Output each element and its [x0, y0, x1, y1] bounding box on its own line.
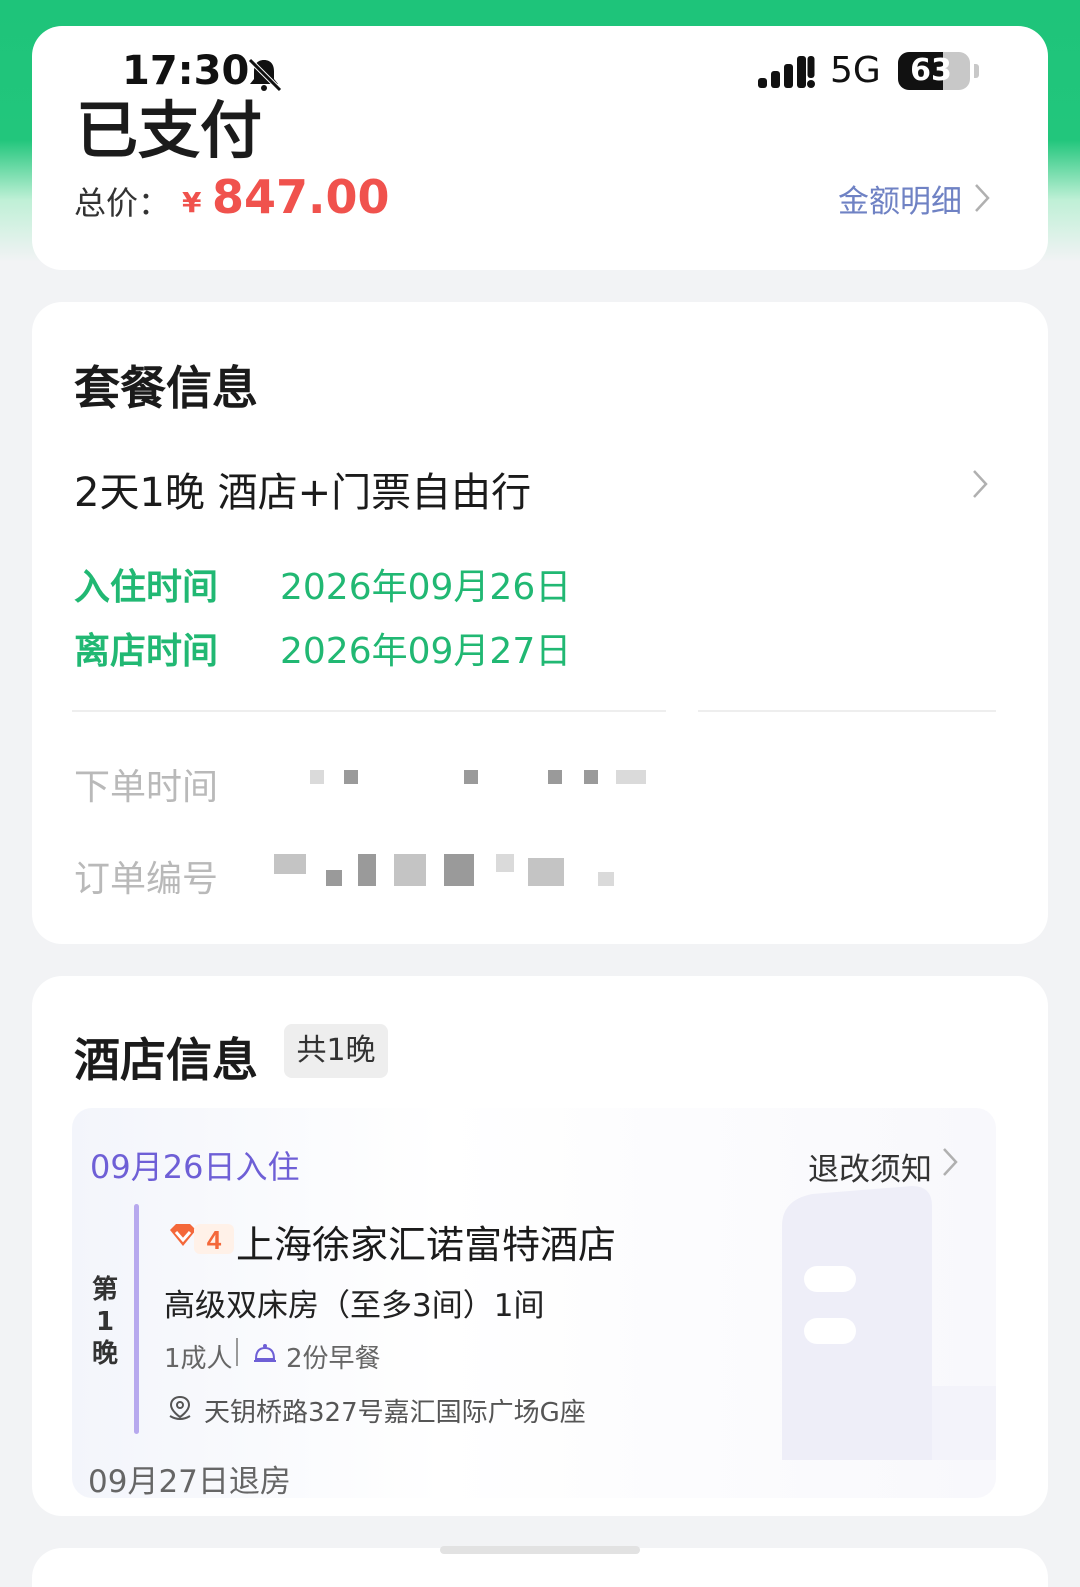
order-time-label: 下单时间 — [74, 767, 219, 808]
package-section-title: 套餐信息 — [74, 361, 258, 415]
breakfast-info: 2份早餐 — [286, 1344, 381, 1374]
divider — [72, 710, 666, 712]
hotel-section-title: 酒店信息 — [74, 1033, 258, 1087]
network-type: 5G — [830, 50, 881, 91]
checkout-date-text: 09月27日退房 — [88, 1464, 291, 1500]
currency-symbol: ¥ — [182, 186, 202, 219]
amount-detail-link[interactable]: 金额明细 — [838, 176, 962, 221]
checkin-label: 入住时间 — [74, 567, 219, 608]
room-type: 高级双床房（至多3间）1间 — [164, 1288, 545, 1324]
hotel-name[interactable]: 上海徐家汇诺富特酒店 — [236, 1214, 616, 1269]
night-timeline-bar — [134, 1204, 139, 1434]
guest-count: 1成人 — [164, 1344, 233, 1374]
location-pin-icon — [169, 1395, 191, 1420]
battery-level-text: 63 — [910, 53, 952, 88]
refund-notice-link[interactable]: 退改须知 — [808, 1144, 932, 1189]
chevron-right-icon[interactable] — [940, 1146, 960, 1178]
order-number-label: 订单编号 — [74, 859, 219, 900]
separator — [236, 1338, 238, 1366]
divider — [698, 710, 996, 712]
hotel-info-card: 酒店信息 共1晚 09月26日入住 退改须知 第1晚 4 上海徐家汇诺富特酒店 … — [32, 976, 1048, 1516]
total-price-label: 总价： — [74, 184, 171, 222]
hotel-stay-panel[interactable]: 09月26日入住 退改须知 第1晚 4 上海徐家汇诺富特酒店 高级双床房（至多3… — [72, 1108, 996, 1500]
hotel-address[interactable]: 天钥桥路327号嘉汇国际广场G座 — [204, 1392, 586, 1429]
checkin-date-title: 09月26日入住 — [90, 1148, 300, 1186]
signal-icon — [758, 56, 815, 88]
order-status-title: 已支付 — [76, 94, 263, 167]
checkout-label: 离店时间 — [74, 631, 219, 672]
checkin-date: 2026年09月26日 — [280, 567, 572, 608]
night-number-label: 第1晚 — [91, 1275, 118, 1369]
order-status-card: 17:30 5G 63 已支付 总价： ¥ 847.00 金额明细 — [32, 26, 1048, 270]
battery-icon: 63 — [898, 52, 970, 90]
home-indicator[interactable] — [440, 1546, 640, 1554]
diamond-level-number: 4 — [207, 1225, 222, 1255]
package-info-card: 套餐信息 2天1晚 酒店+门票自由行 入住时间 2026年09月26日 离店时间… — [32, 302, 1048, 944]
diamond-level-icon: 4 — [170, 1224, 234, 1255]
nights-badge: 共1晚 — [284, 1024, 388, 1078]
chevron-right-icon[interactable] — [970, 468, 990, 500]
total-price-value: 847.00 — [212, 170, 390, 224]
chevron-right-icon[interactable] — [972, 182, 992, 214]
battery-tip — [974, 64, 979, 78]
package-name[interactable]: 2天1晚 酒店+门票自由行 — [74, 460, 531, 518]
hotel-building-watermark-icon — [782, 1186, 996, 1460]
checkout-date: 2026年09月27日 — [280, 631, 572, 672]
breakfast-icon — [254, 1344, 276, 1362]
